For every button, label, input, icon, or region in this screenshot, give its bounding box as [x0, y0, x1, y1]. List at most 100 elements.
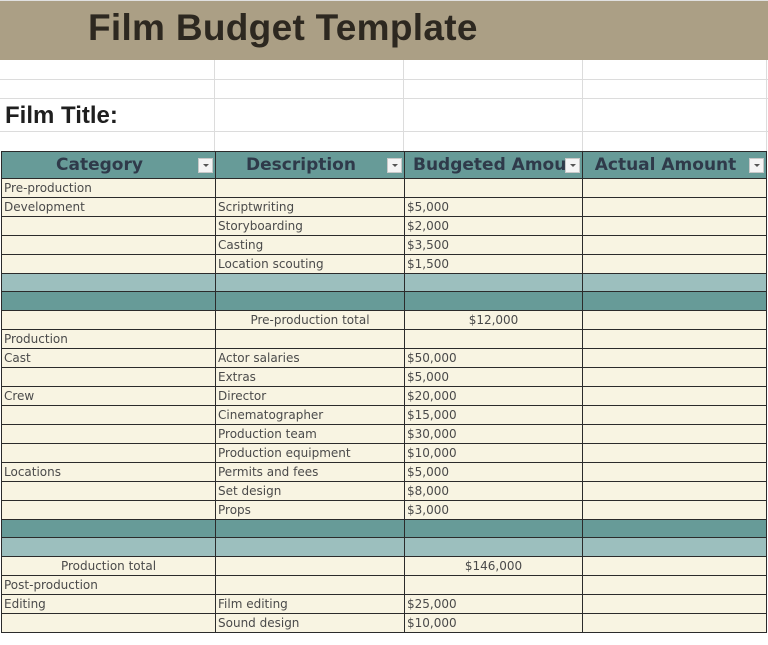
actual-amount-cell[interactable] [582, 612, 767, 633]
actual-amount-cell[interactable] [582, 423, 767, 444]
category-cell[interactable]: Production [1, 328, 216, 349]
actual-amount-cell[interactable] [582, 291, 767, 311]
description-cell[interactable]: Sound design [215, 612, 405, 633]
category-cell[interactable]: Cast [1, 347, 216, 368]
description-cell[interactable] [215, 555, 405, 576]
actual-amount-cell[interactable] [582, 366, 767, 387]
category-cell[interactable] [1, 499, 216, 520]
description-cell[interactable] [215, 574, 405, 595]
budgeted-amount-cell[interactable]: $10,000 [404, 442, 583, 463]
filter-dropdown-button[interactable] [565, 158, 580, 173]
actual-amount-cell[interactable] [582, 197, 767, 217]
category-cell[interactable] [1, 291, 216, 311]
actual-amount-cell[interactable] [582, 385, 767, 406]
description-cell[interactable]: Permits and fees [215, 461, 405, 482]
description-cell[interactable] [215, 537, 405, 557]
budgeted-amount-cell[interactable]: $12,000 [404, 309, 583, 330]
filter-dropdown-button[interactable] [749, 158, 764, 173]
budgeted-amount-cell[interactable]: $30,000 [404, 423, 583, 444]
budgeted-amount-cell[interactable]: $25,000 [404, 593, 583, 614]
category-cell[interactable] [1, 518, 216, 539]
budgeted-amount-cell[interactable]: $5,000 [404, 461, 583, 482]
description-cell[interactable] [215, 178, 405, 198]
category-cell[interactable] [1, 254, 216, 274]
description-cell[interactable]: Scriptwriting [215, 197, 405, 217]
actual-amount-cell[interactable] [582, 309, 767, 330]
budgeted-amount-cell[interactable] [404, 178, 583, 198]
budgeted-amount-cell[interactable]: $8,000 [404, 480, 583, 501]
budgeted-amount-cell[interactable]: $15,000 [404, 404, 583, 425]
category-cell[interactable]: Development [1, 197, 216, 217]
actual-amount-cell[interactable] [582, 480, 767, 501]
actual-amount-cell[interactable] [582, 178, 767, 198]
budgeted-amount-cell[interactable] [404, 328, 583, 349]
actual-amount-cell[interactable] [582, 254, 767, 274]
description-cell[interactable] [215, 272, 405, 293]
category-cell[interactable] [1, 272, 216, 293]
actual-amount-cell[interactable] [582, 499, 767, 520]
actual-amount-cell[interactable] [582, 593, 767, 614]
budgeted-amount-cell[interactable]: $5,000 [404, 197, 583, 217]
category-cell[interactable] [1, 442, 216, 463]
description-cell[interactable]: Pre-production total [215, 309, 405, 330]
description-cell[interactable]: Set design [215, 480, 405, 501]
category-cell[interactable] [1, 404, 216, 425]
budgeted-amount-cell[interactable]: $3,500 [404, 235, 583, 255]
category-cell[interactable] [1, 216, 216, 236]
category-cell[interactable]: Editing [1, 593, 216, 614]
budgeted-amount-cell[interactable] [404, 518, 583, 539]
category-cell[interactable] [1, 537, 216, 557]
budgeted-amount-cell[interactable]: $3,000 [404, 499, 583, 520]
actual-amount-cell[interactable] [582, 328, 767, 349]
actual-amount-cell[interactable] [582, 235, 767, 255]
budgeted-amount-cell[interactable] [404, 272, 583, 293]
actual-amount-cell[interactable] [582, 574, 767, 595]
description-cell[interactable]: Actor salaries [215, 347, 405, 368]
description-cell[interactable]: Casting [215, 235, 405, 255]
description-cell[interactable]: Location scouting [215, 254, 405, 274]
filter-dropdown-button[interactable] [387, 158, 402, 173]
description-cell[interactable] [215, 291, 405, 311]
actual-amount-cell[interactable] [582, 461, 767, 482]
category-cell[interactable]: Crew [1, 385, 216, 406]
category-cell[interactable] [1, 612, 216, 633]
description-cell[interactable]: Storyboarding [215, 216, 405, 236]
budgeted-amount-cell[interactable]: $2,000 [404, 216, 583, 236]
budgeted-amount-cell[interactable]: $5,000 [404, 366, 583, 387]
description-cell[interactable]: Director [215, 385, 405, 406]
description-cell[interactable]: Production team [215, 423, 405, 444]
description-cell[interactable]: Film editing [215, 593, 405, 614]
category-cell[interactable] [1, 235, 216, 255]
actual-amount-cell[interactable] [582, 537, 767, 557]
category-cell[interactable]: Locations [1, 461, 216, 482]
actual-amount-cell[interactable] [582, 518, 767, 539]
actual-amount-cell[interactable] [582, 555, 767, 576]
actual-amount-cell[interactable] [582, 404, 767, 425]
description-cell[interactable]: Production equipment [215, 442, 405, 463]
category-cell[interactable]: Production total [1, 555, 216, 576]
budgeted-amount-cell[interactable]: $10,000 [404, 612, 583, 633]
actual-amount-cell[interactable] [582, 216, 767, 236]
category-cell[interactable] [1, 366, 216, 387]
actual-amount-cell[interactable] [582, 347, 767, 368]
actual-amount-cell[interactable] [582, 272, 767, 293]
budgeted-amount-cell[interactable]: $20,000 [404, 385, 583, 406]
budgeted-amount-cell[interactable]: $146,000 [404, 555, 583, 576]
budgeted-amount-cell[interactable] [404, 291, 583, 311]
description-cell[interactable] [215, 328, 405, 349]
description-cell[interactable] [215, 518, 405, 539]
actual-amount-cell[interactable] [582, 442, 767, 463]
category-cell[interactable] [1, 309, 216, 330]
budgeted-amount-cell[interactable] [404, 574, 583, 595]
description-cell[interactable]: Cinematographer [215, 404, 405, 425]
category-cell[interactable]: Pre-production [1, 178, 216, 198]
description-cell[interactable]: Props [215, 499, 405, 520]
filter-dropdown-button[interactable] [198, 158, 213, 173]
budgeted-amount-cell[interactable]: $50,000 [404, 347, 583, 368]
category-cell[interactable] [1, 423, 216, 444]
category-cell[interactable] [1, 480, 216, 501]
budgeted-amount-cell[interactable]: $1,500 [404, 254, 583, 274]
description-cell[interactable]: Extras [215, 366, 405, 387]
budgeted-amount-cell[interactable] [404, 537, 583, 557]
category-cell[interactable]: Post-production [1, 574, 216, 595]
